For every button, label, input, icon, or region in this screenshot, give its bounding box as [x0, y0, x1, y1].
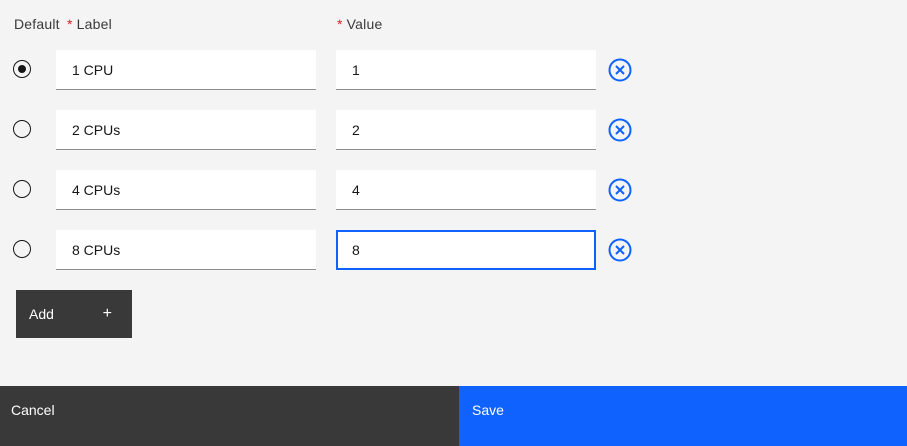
value-input[interactable]: 1 [336, 50, 596, 90]
value-input[interactable]: 2 [336, 110, 596, 150]
header-default: Default [14, 16, 60, 32]
option-row: 4 CPUs 4 [0, 170, 700, 210]
remove-row-icon[interactable] [608, 58, 632, 82]
save-button[interactable]: Save [459, 386, 907, 446]
label-input[interactable]: 1 CPU [56, 50, 316, 90]
header-value: * Value [337, 16, 382, 32]
option-row: 8 CPUs 8 [0, 230, 700, 270]
footer: Cancel Save [0, 386, 907, 446]
value-input[interactable]: 8 [336, 230, 596, 270]
default-radio[interactable] [13, 120, 31, 138]
default-radio[interactable] [13, 240, 31, 258]
required-marker: * [337, 16, 343, 32]
header-value-text: Value [346, 16, 383, 32]
header-label: * Label [67, 16, 112, 32]
remove-row-icon[interactable] [608, 238, 632, 262]
default-radio[interactable] [13, 180, 31, 198]
label-input[interactable]: 2 CPUs [56, 110, 316, 150]
remove-row-icon[interactable] [608, 178, 632, 202]
header-label-text: Label [76, 16, 112, 32]
default-radio[interactable] [13, 60, 31, 78]
option-row: 2 CPUs 2 [0, 110, 700, 150]
label-input[interactable]: 4 CPUs [56, 170, 316, 210]
add-button[interactable]: Add + [16, 290, 132, 338]
label-input[interactable]: 8 CPUs [56, 230, 316, 270]
add-button-label: Add [29, 306, 54, 322]
remove-row-icon[interactable] [608, 118, 632, 142]
value-input[interactable]: 4 [336, 170, 596, 210]
plus-icon: + [102, 305, 112, 322]
option-row: 1 CPU 1 [0, 50, 700, 90]
cancel-button[interactable]: Cancel [0, 386, 459, 446]
required-marker: * [67, 16, 73, 32]
